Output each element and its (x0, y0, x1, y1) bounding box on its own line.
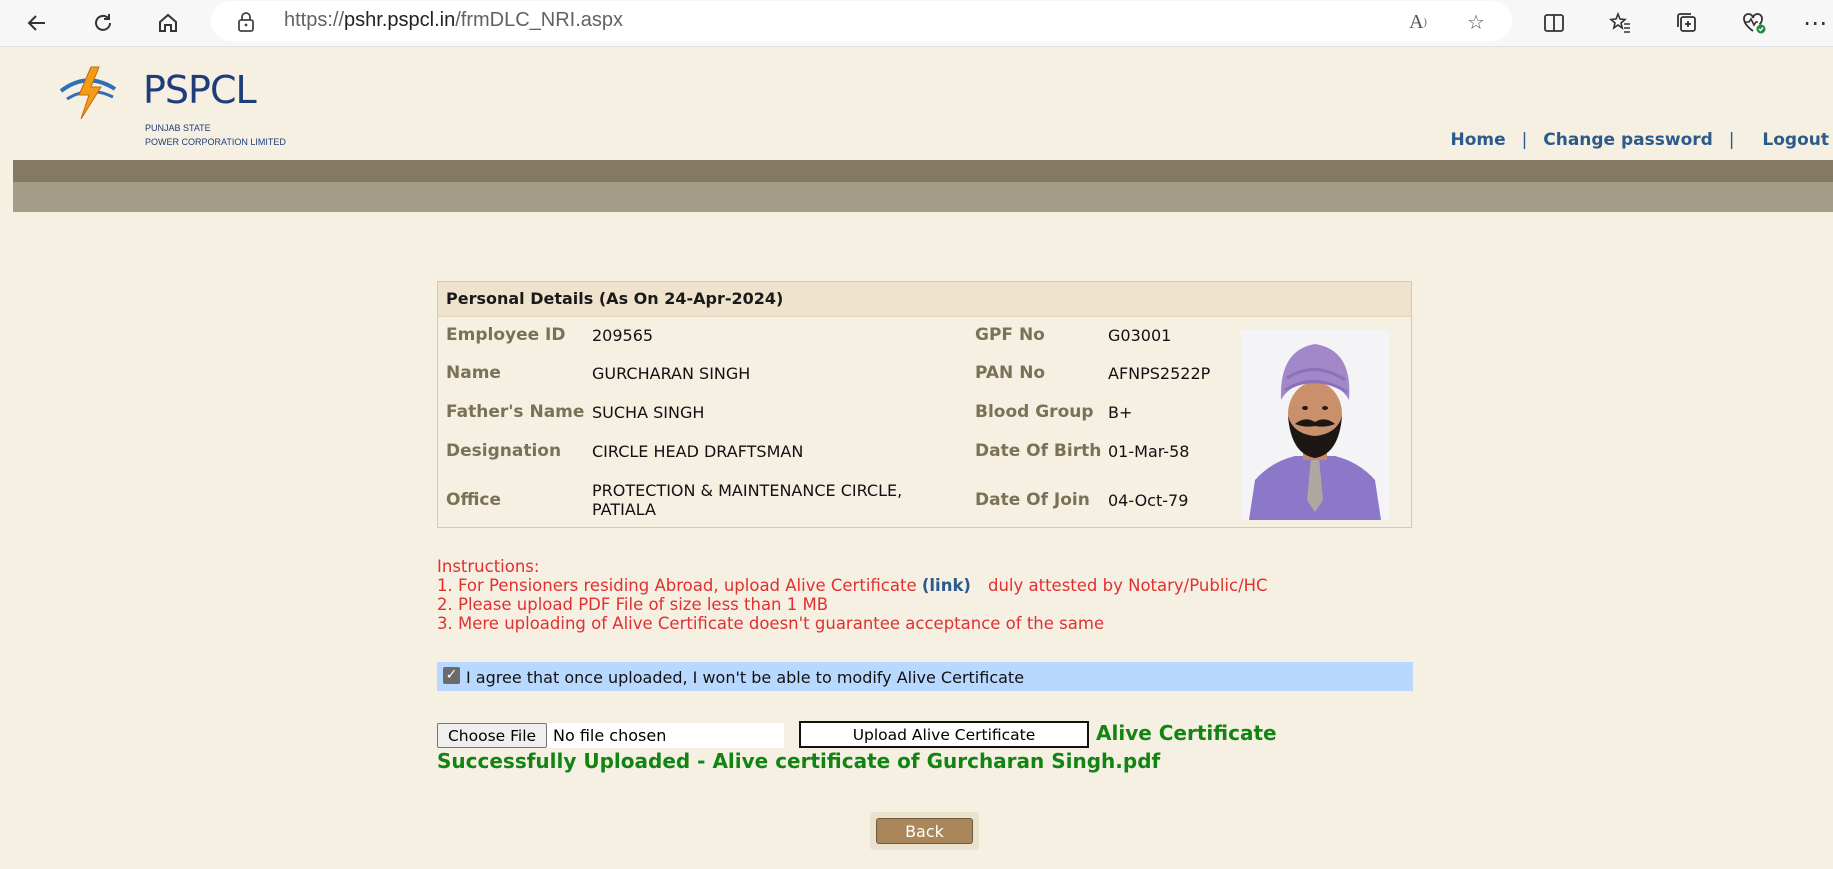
home-link[interactable]: Home (1451, 130, 1506, 150)
nav-separator: | (1521, 130, 1528, 150)
fathers-name-label: Father's Name (446, 402, 585, 422)
employee-photo (1241, 330, 1389, 520)
more-options-icon[interactable]: ⋯ (1798, 6, 1832, 40)
url-text[interactable]: https://pshr.pspcl.in/frmDLC_NRI.aspx (284, 9, 623, 32)
nav-separator: | (1728, 130, 1735, 150)
instruction-line-1-suffix: duly attested by Notary/Public/HC (987, 576, 1268, 595)
pan-no-value: AFNPS2522P (1108, 364, 1211, 383)
instructions-block: Instructions: 1. For Pensioners residing… (437, 557, 1337, 633)
blood-group-label: Blood Group (975, 402, 1094, 422)
address-bar[interactable]: https://pshr.pspcl.in/frmDLC_NRI.aspx A)… (211, 1, 1512, 41)
date-of-join-value: 04-Oct-79 (1108, 491, 1189, 510)
back-button[interactable]: Back (876, 818, 973, 844)
header-band-dark (13, 160, 1833, 182)
designation-label: Designation (446, 441, 562, 461)
favorites-icon[interactable] (1603, 6, 1637, 40)
url-path: /frmDLC_NRI.aspx (455, 9, 624, 31)
url-host: pshr.pspcl.in (344, 9, 456, 31)
site-header: PSPCL PUNJAB STATE POWER CORPORATION LIM… (13, 47, 1833, 212)
name-label: Name (446, 363, 501, 383)
logout-link[interactable]: Logout (1762, 130, 1829, 150)
gpf-no-value: G03001 (1108, 326, 1172, 345)
employee-id-value: 209565 (592, 326, 654, 345)
date-of-birth-value: 01-Mar-58 (1108, 442, 1190, 461)
collections-icon[interactable] (1670, 6, 1704, 40)
date-of-join-label: Date Of Join (975, 490, 1090, 510)
pan-no-label: PAN No (975, 363, 1046, 383)
agree-label: I agree that once uploaded, I won't be a… (466, 668, 1025, 687)
split-screen-icon[interactable] (1537, 6, 1571, 40)
logo-subtitle-line2: POWER CORPORATION LIMITED (145, 137, 286, 147)
fathers-name-value: SUCHA SINGH (592, 403, 705, 422)
personal-details-panel: Personal Details (As On 24-Apr-2024) Emp… (437, 281, 1412, 528)
instruction-line-2: 2. Please upload PDF File of size less t… (437, 595, 829, 614)
lock-icon[interactable] (237, 11, 255, 37)
instruction-line-1-text: 1. For Pensioners residing Abroad, uploa… (437, 576, 922, 595)
agree-checkbox[interactable]: ✓ (443, 667, 460, 684)
top-navigation: Home | Change password | Logout (1451, 130, 1830, 150)
back-arrow-icon[interactable] (20, 6, 54, 40)
browser-toolbar: https://pshr.pspcl.in/frmDLC_NRI.aspx A)… (0, 0, 1833, 47)
file-status-box: No file chosen (547, 723, 784, 748)
change-password-link[interactable]: Change password (1543, 130, 1713, 150)
instruction-line-1: 1. For Pensioners residing Abroad, uploa… (437, 576, 1337, 595)
home-icon[interactable] (151, 6, 185, 40)
blood-group-value: B+ (1108, 403, 1133, 422)
personal-details-title: Personal Details (As On 24-Apr-2024) (438, 282, 1411, 317)
back-button-frame: Back (870, 812, 979, 850)
instruction-line-3: 3. Mere uploading of Alive Certificate d… (437, 614, 1105, 633)
refresh-icon[interactable] (86, 6, 120, 40)
office-value-line1: PROTECTION & MAINTENANCE CIRCLE, (592, 481, 903, 500)
file-status-text: No file chosen (553, 726, 667, 745)
read-aloud-icon[interactable]: A) (1405, 9, 1431, 35)
name-value: GURCHARAN SINGH (592, 364, 751, 383)
logo-subtitle-line1: PUNJAB STATE (145, 123, 211, 133)
power-bolt-icon (59, 66, 117, 120)
office-label: Office (446, 490, 502, 510)
office-value-line2: PATIALA (592, 500, 656, 519)
gpf-no-label: GPF No (975, 325, 1045, 345)
choose-file-button[interactable]: Choose File (437, 723, 547, 748)
pspcl-logo: PSPCL PUNJAB STATE POWER CORPORATION LIM… (43, 63, 293, 147)
instructions-heading: Instructions: (437, 557, 540, 576)
favorite-star-icon[interactable]: ☆ (1463, 9, 1489, 35)
upload-alive-certificate-button[interactable]: Upload Alive Certificate (799, 721, 1089, 748)
logo-brand-text: PSPCL (143, 68, 257, 112)
designation-value: CIRCLE HEAD DRAFTSMAN (592, 442, 804, 461)
agree-bar: ✓ I agree that once uploaded, I won't be… (437, 662, 1413, 691)
date-of-birth-label: Date Of Birth (975, 441, 1102, 461)
alive-certificate-format-link[interactable]: (link) (922, 576, 971, 595)
url-scheme: https:// (284, 9, 345, 31)
header-band-light (13, 182, 1833, 212)
employee-id-label: Employee ID (446, 325, 566, 345)
browser-health-icon[interactable] (1737, 6, 1771, 40)
